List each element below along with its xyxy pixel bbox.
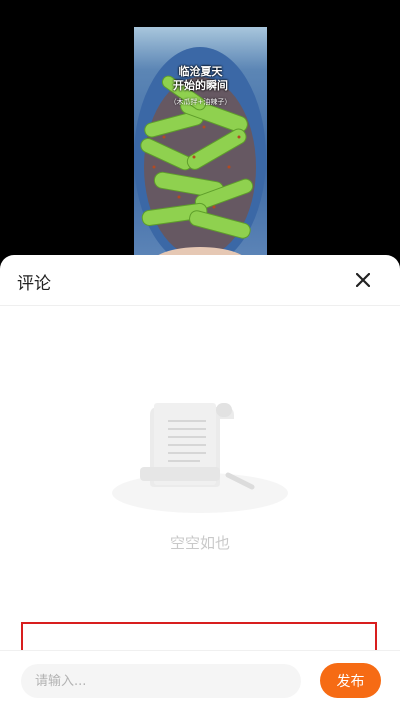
comment-input[interactable]: [21, 664, 301, 698]
empty-document-icon: [112, 403, 288, 513]
video-thumbnail: 临沧夏天 开始的瞬间 （木瓜拌+油辣子）: [134, 27, 267, 263]
close-button[interactable]: [350, 267, 376, 293]
video-player[interactable]: 临沧夏天 开始的瞬间 （木瓜拌+油辣子）: [0, 0, 400, 270]
comments-header: 评论: [0, 255, 400, 306]
video-caption-line1: 临沧夏天: [178, 65, 223, 78]
comments-title: 评论: [17, 274, 51, 294]
empty-state-text: 空空如也: [169, 534, 230, 552]
comment-input-bar: 发布: [0, 650, 400, 712]
publish-button[interactable]: 发布: [320, 663, 381, 698]
close-icon: [356, 273, 370, 287]
video-caption: 临沧夏天 开始的瞬间: [134, 65, 267, 93]
video-subcaption: （木瓜拌+油辣子）: [169, 98, 232, 106]
video-caption-line2: 开始的瞬间: [173, 79, 228, 92]
comments-sheet: 评论 空空如也 发布: [0, 255, 400, 712]
